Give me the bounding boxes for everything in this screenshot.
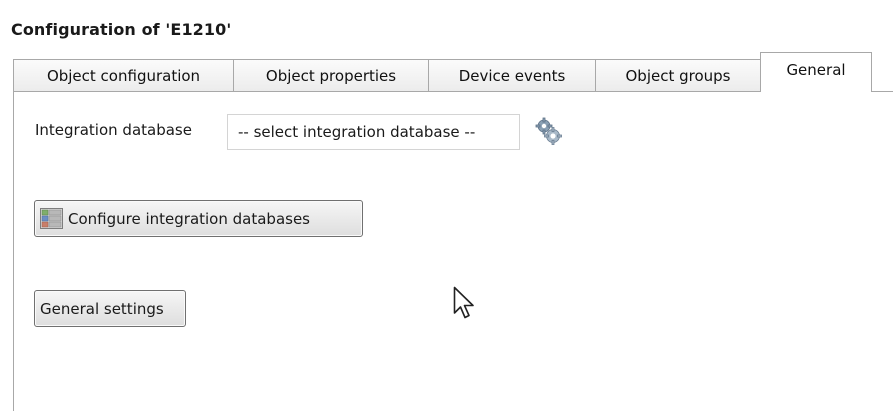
tab-object-configuration[interactable]: Object configuration (13, 59, 234, 91)
database-icon (40, 208, 63, 229)
general-settings-label: General settings (40, 300, 164, 318)
integration-database-label: Integration database (35, 121, 192, 139)
tab-object-properties[interactable]: Object properties (233, 59, 429, 91)
tab-object-groups[interactable]: Object groups (595, 59, 761, 91)
mouse-pointer-icon (453, 286, 477, 322)
integration-database-select[interactable]: -- select integration database -- (227, 114, 520, 150)
gear-icon[interactable] (532, 115, 564, 147)
configure-integration-databases-label: Configure integration databases (68, 210, 310, 228)
configure-integration-databases-button[interactable]: Configure integration databases (34, 200, 363, 237)
tab-general[interactable]: General (760, 52, 872, 92)
window-title: Configuration of 'E1210' (11, 20, 232, 39)
tab-bar: Object configuration Object properties D… (13, 52, 893, 92)
tab-device-events[interactable]: Device events (428, 59, 596, 91)
general-settings-button[interactable]: General settings (34, 290, 186, 327)
